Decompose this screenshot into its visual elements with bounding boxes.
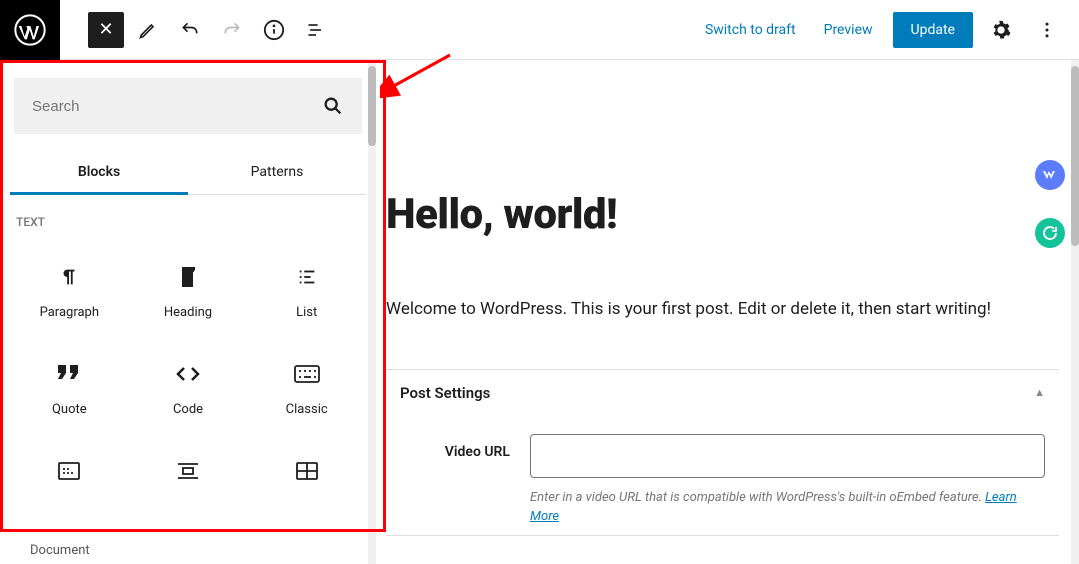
block-preformatted[interactable] <box>10 437 129 519</box>
plugin-badge-blue[interactable] <box>1035 160 1065 190</box>
block-label: Classic <box>286 402 328 417</box>
block-search-box[interactable] <box>14 78 362 134</box>
info-button[interactable] <box>256 12 292 48</box>
block-pullquote[interactable] <box>129 437 248 519</box>
annotation-arrow <box>380 50 460 100</box>
block-search-input[interactable] <box>32 98 322 115</box>
quote-icon <box>58 360 80 388</box>
paragraph-icon <box>58 263 80 291</box>
settings-button[interactable] <box>983 12 1019 48</box>
post-settings-header[interactable]: Post Settings ▲ <box>392 370 1053 416</box>
tab-patterns[interactable]: Patterns <box>188 150 366 194</box>
block-table[interactable] <box>247 437 366 519</box>
block-label: Heading <box>164 305 212 320</box>
content-scrollbar[interactable] <box>1071 60 1079 564</box>
block-label: Code <box>173 402 203 417</box>
block-label: List <box>296 305 317 320</box>
block-label: Quote <box>52 402 87 417</box>
code-icon <box>176 360 200 388</box>
redo-button[interactable] <box>214 12 250 48</box>
close-inserter-button[interactable]: ✕ <box>88 12 124 48</box>
undo-button[interactable] <box>172 12 208 48</box>
post-body-paragraph[interactable]: Welcome to WordPress. This is your first… <box>386 297 1069 323</box>
section-label-text: TEXT <box>10 195 366 243</box>
pullquote-icon <box>177 457 199 485</box>
block-paragraph[interactable]: Paragraph <box>10 243 129 340</box>
post-title[interactable]: Hello, world! <box>386 190 1069 239</box>
editor-canvas[interactable]: Hello, world! Welcome to WordPress. This… <box>376 60 1079 564</box>
block-label: Paragraph <box>40 305 99 320</box>
preformatted-icon <box>58 457 80 485</box>
search-icon <box>322 95 344 117</box>
table-icon <box>296 457 318 485</box>
block-classic[interactable]: Classic <box>247 340 366 437</box>
video-url-help-text: Enter in a video URL that is compatible … <box>530 488 1045 527</box>
post-settings-panel: Post Settings ▲ Video URL Enter in a vid… <box>386 369 1059 536</box>
options-button[interactable] <box>1029 12 1065 48</box>
block-code[interactable]: Code <box>129 340 248 437</box>
post-settings-title: Post Settings <box>400 384 1034 402</box>
list-icon <box>296 263 318 291</box>
video-url-input[interactable] <box>530 434 1045 478</box>
edit-tool-button[interactable] <box>130 12 166 48</box>
update-button[interactable]: Update <box>893 12 973 48</box>
outline-button[interactable] <box>298 12 334 48</box>
block-heading[interactable]: Heading <box>129 243 248 340</box>
close-icon: ✕ <box>98 19 113 40</box>
collapse-icon: ▲ <box>1034 386 1045 399</box>
wordpress-logo[interactable] <box>0 0 60 60</box>
inserter-scrollbar[interactable] <box>368 60 376 564</box>
grammarly-badge[interactable] <box>1035 218 1065 248</box>
heading-icon <box>179 263 197 291</box>
block-quote[interactable]: Quote <box>10 340 129 437</box>
document-path[interactable]: Document <box>30 543 90 558</box>
block-list[interactable]: List <box>247 243 366 340</box>
block-inserter-panel: Blocks Patterns TEXT Paragraph Heading L… <box>0 60 376 564</box>
preview-link[interactable]: Preview <box>810 12 887 48</box>
switch-to-draft-link[interactable]: Switch to draft <box>691 12 810 48</box>
video-url-label: Video URL <box>400 434 530 460</box>
tab-blocks[interactable]: Blocks <box>10 150 188 194</box>
classic-icon <box>294 360 320 388</box>
